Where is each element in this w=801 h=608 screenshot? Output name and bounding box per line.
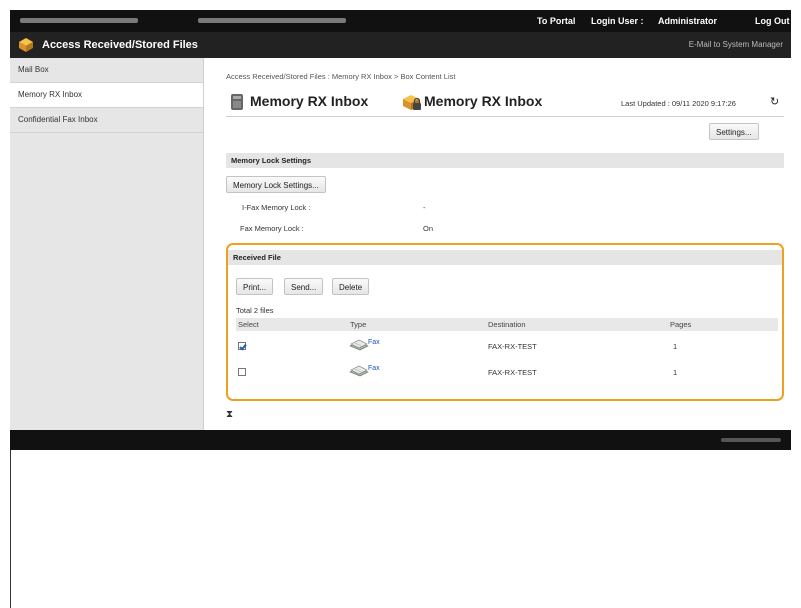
column-destination: Destination (488, 320, 526, 329)
received-file-section: Received File Print... Send... Delete To… (226, 243, 784, 401)
fax-type-link[interactable]: Fax (368, 365, 380, 372)
app-title: Access Received/Stored Files (42, 39, 198, 51)
refresh-icon[interactable]: ↻ (770, 95, 779, 108)
to-portal-link[interactable]: To Portal (537, 16, 575, 26)
table-row[interactable]: Fax FAX-RX-TEST 1 (236, 333, 778, 359)
device-name-blurred (20, 18, 138, 23)
ifax-memory-lock-value: - (423, 203, 426, 212)
settings-button[interactable]: Settings... (709, 123, 759, 140)
fax-document-icon (349, 365, 369, 377)
send-button[interactable]: Send... (284, 278, 324, 295)
row-select-checkbox[interactable] (238, 368, 246, 376)
email-system-manager-link[interactable]: E-Mail to System Manager (689, 40, 783, 49)
footer-bar (10, 430, 791, 450)
sidebar-item-confidential-fax-inbox[interactable]: Confidential Fax Inbox (10, 108, 203, 133)
last-updated: Last Updated : 09/11 2020 9:17:26 (621, 99, 736, 108)
destination-cell: FAX-RX-TEST (488, 342, 537, 351)
print-button[interactable]: Print... (236, 278, 274, 295)
fax-memory-lock-value: On (423, 224, 434, 233)
fax-memory-lock-label: Fax Memory Lock : (240, 224, 304, 233)
file-box-icon (19, 38, 33, 52)
divider (226, 116, 784, 117)
row-select-checkbox[interactable] (238, 342, 246, 350)
app-title-bar: Access Received/Stored Files E-Mail to S… (10, 32, 791, 58)
login-user-label: Login User : (591, 16, 644, 26)
table-header: Select Type Destination Pages (236, 318, 778, 331)
total-files: Total 2 files (236, 306, 274, 315)
page-title-secondary: Memory RX Inbox (424, 93, 543, 109)
device-address-blurred (198, 18, 346, 23)
inbox-icon (231, 94, 243, 110)
hourglass-icon: ⧗ (226, 409, 234, 420)
logout-link[interactable]: Log Out (755, 16, 790, 26)
login-user-name: Administrator (658, 16, 718, 26)
ifax-memory-lock-label: I-Fax Memory Lock : (242, 203, 311, 212)
pages-cell: 1 (673, 368, 678, 377)
copyright-blurred (721, 438, 781, 442)
locked-box-icon (403, 95, 421, 110)
sidebar-item-memory-rx-inbox[interactable]: Memory RX Inbox (10, 83, 203, 108)
fax-type-link[interactable]: Fax (368, 339, 380, 346)
column-type: Type (350, 320, 367, 329)
sidebar: Mail Box Memory RX Inbox Confidential Fa… (10, 58, 204, 430)
delete-button[interactable]: Delete (332, 278, 370, 295)
column-select: Select (238, 320, 259, 329)
page-title: Memory RX Inbox (250, 93, 369, 109)
destination-cell: FAX-RX-TEST (488, 368, 537, 377)
pages-cell: 1 (673, 342, 678, 351)
memory-lock-settings-button[interactable]: Memory Lock Settings... (226, 176, 326, 193)
breadcrumb: Access Received/Stored Files : Memory RX… (226, 72, 456, 81)
top-bar: To Portal Login User : Administrator Log… (10, 10, 791, 32)
table-row[interactable]: Fax FAX-RX-TEST 1 (236, 359, 778, 385)
main-content: Access Received/Stored Files : Memory RX… (204, 58, 791, 430)
sidebar-item-mail-box[interactable]: Mail Box (10, 58, 203, 83)
fax-document-icon (349, 339, 369, 351)
received-file-header: Received File (228, 250, 782, 265)
column-pages: Pages (670, 320, 692, 329)
memory-lock-section-header: Memory Lock Settings (226, 153, 784, 168)
